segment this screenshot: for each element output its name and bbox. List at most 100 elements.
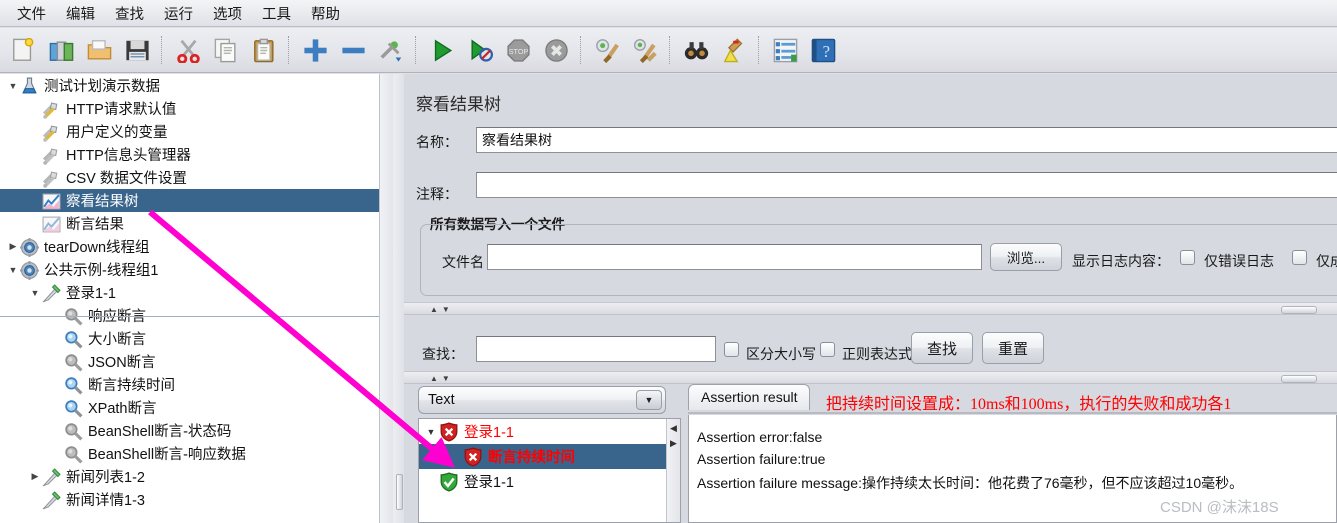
menu-tools[interactable]: 工具 xyxy=(253,1,300,26)
errors-only-checkbox[interactable] xyxy=(1180,250,1195,265)
tree-row[interactable]: 用户定义的变量 xyxy=(0,120,380,143)
divider-arrows-icon[interactable]: ▲▼ xyxy=(430,305,454,314)
new-document-icon xyxy=(11,37,36,63)
toolbar-play-no-timers[interactable] xyxy=(462,32,498,68)
result-row-selected[interactable]: 断言持续时间 xyxy=(419,444,680,469)
assertion-results-icon xyxy=(42,215,62,233)
results-tree[interactable]: ▼ 登录1-1 断言持续时间 登录1-1 ◀ ▶ xyxy=(418,418,681,523)
toolbar-open-folder[interactable] xyxy=(81,32,117,68)
tree-row[interactable]: ▼ 公共示例-线程组1 xyxy=(0,258,380,281)
name-label: 名称： xyxy=(416,134,458,150)
tree-row[interactable]: 断言结果 xyxy=(0,212,380,235)
tree-row-label: 大小断言 xyxy=(88,332,146,348)
case-sensitive-checkbox[interactable] xyxy=(724,342,739,357)
tree-row-label: 察看结果树 xyxy=(66,194,139,210)
split-divider-bottom[interactable]: ▲▼ xyxy=(404,371,1337,384)
divider-arrows-icon-2[interactable]: ▲▼ xyxy=(430,374,454,383)
menu-search[interactable]: 查找 xyxy=(106,1,153,26)
tree-row[interactable]: BeanShell断言-状态码 xyxy=(0,419,380,442)
chevron-down-icon[interactable]: ▼ xyxy=(636,390,662,410)
tree-row[interactable]: XPath断言 xyxy=(0,396,380,419)
toolbar-function-helper[interactable] xyxy=(767,32,803,68)
tree-row-label: JSON断言 xyxy=(88,355,156,371)
tab-assertion-result[interactable]: Assertion result xyxy=(688,384,811,410)
browse-button[interactable]: 浏览... xyxy=(990,243,1062,271)
menu-bar: 文件 编辑 查找 运行 选项 工具 帮助 xyxy=(0,0,1337,27)
menu-file[interactable]: 文件 xyxy=(8,1,55,26)
toolbar-separator xyxy=(161,36,164,64)
toolbar-stop[interactable]: STOP xyxy=(500,32,536,68)
toolbar-paste-clipboard[interactable] xyxy=(246,32,282,68)
tree-row[interactable]: 大小断言 xyxy=(0,327,380,350)
open-folder-icon xyxy=(87,38,112,63)
regex-checkbox[interactable] xyxy=(820,342,835,357)
menu-edit[interactable]: 编辑 xyxy=(57,1,104,26)
tree-row-label: HTTP信息头管理器 xyxy=(66,148,191,164)
tree-row-selected[interactable]: 察看结果树 xyxy=(0,189,380,212)
toolbar-toggle[interactable] xyxy=(373,32,409,68)
toolbar-templates[interactable] xyxy=(43,32,79,68)
menu-options[interactable]: 选项 xyxy=(204,1,251,26)
tree-row[interactable]: 新闻详情1-3 xyxy=(0,488,380,511)
expand-collapse-icon-open[interactable]: ▼ xyxy=(423,427,439,437)
toolbar-new-document[interactable] xyxy=(5,32,41,68)
paste-clipboard-icon xyxy=(252,38,277,63)
toggle-icon xyxy=(379,38,404,63)
toolbar-binoculars-search[interactable] xyxy=(678,32,714,68)
assertion-result-line: Assertion error:false xyxy=(697,429,823,445)
tree-row[interactable]: ▶ 新闻列表1-2 xyxy=(0,465,380,488)
success-only-checkbox[interactable] xyxy=(1292,250,1307,265)
tree-row[interactable]: ▶ tearDown线程组 xyxy=(0,235,380,258)
expand-collapse-icon-open[interactable]: ▼ xyxy=(28,288,42,298)
toolbar-shutdown[interactable] xyxy=(538,32,574,68)
toolbar-save-floppy[interactable] xyxy=(119,32,155,68)
scroll-left-icon[interactable]: ◀ xyxy=(670,423,677,434)
splitter-grip[interactable] xyxy=(396,474,403,510)
tree-row[interactable]: HTTP请求默认值 xyxy=(0,97,380,120)
results-tree-scrollbar[interactable]: ◀ ▶ xyxy=(666,419,680,522)
toolbar-copy[interactable] xyxy=(208,32,244,68)
copy-icon xyxy=(214,38,239,63)
toolbar-play[interactable] xyxy=(424,32,460,68)
result-tabstrip[interactable]: Assertion result xyxy=(688,384,811,410)
toolbar-plus[interactable] xyxy=(297,32,333,68)
toolbar-clear-all[interactable] xyxy=(627,32,663,68)
toolbar-cut-scissors[interactable] xyxy=(170,32,206,68)
divider-grip-2[interactable] xyxy=(1281,375,1317,383)
result-row[interactable]: ▼ 登录1-1 xyxy=(419,419,680,444)
toolbar-broom-reset[interactable] xyxy=(716,32,752,68)
tree-row-label: BeanShell断言-状态码 xyxy=(88,424,232,440)
result-row[interactable]: 登录1-1 xyxy=(419,469,680,494)
tree-row[interactable]: 断言持续时间 xyxy=(0,373,380,396)
tree-row[interactable]: BeanShell断言-响应数据 xyxy=(0,442,380,465)
toolbar-clear[interactable] xyxy=(589,32,625,68)
filename-input[interactable] xyxy=(487,244,982,270)
toolbar-help-book[interactable]: ? xyxy=(805,32,841,68)
tree-row[interactable]: ▼ 测试计划演示数据 xyxy=(0,74,380,97)
search-button[interactable]: 查找 xyxy=(911,332,973,364)
regex-label: 正则表达式 xyxy=(842,346,912,362)
tree-row[interactable]: ▼ 登录1-1 xyxy=(0,281,380,304)
tree-row[interactable]: JSON断言 xyxy=(0,350,380,373)
search-input[interactable] xyxy=(476,336,716,362)
split-divider-top[interactable]: ▲▼ xyxy=(404,302,1337,315)
tree-row[interactable]: HTTP信息头管理器 xyxy=(0,143,380,166)
renderer-combo[interactable]: Text ▼ xyxy=(418,386,666,414)
reset-button[interactable]: 重置 xyxy=(982,332,1044,364)
expand-collapse-icon-closed[interactable]: ▶ xyxy=(28,471,42,482)
errors-only-label: 仅错误日志 xyxy=(1204,253,1274,269)
tree-vertical-scrollbar[interactable] xyxy=(379,74,393,523)
expand-collapse-icon-open[interactable]: ▼ xyxy=(6,265,20,275)
menu-run[interactable]: 运行 xyxy=(155,1,202,26)
expand-collapse-icon-closed[interactable]: ▶ xyxy=(6,241,20,252)
expand-collapse-icon-open[interactable]: ▼ xyxy=(6,81,20,91)
test-plan-tree[interactable]: ▼ 测试计划演示数据 HTTP请求默认值 用户定义的变量 HTTP信息头管理器 CSV 数… xyxy=(0,74,394,523)
comment-input[interactable] xyxy=(476,172,1337,198)
shield-fail-icon xyxy=(439,421,459,442)
name-input[interactable]: 察看结果树 xyxy=(476,127,1337,153)
toolbar-minus[interactable] xyxy=(335,32,371,68)
menu-help[interactable]: 帮助 xyxy=(302,1,349,26)
tree-row[interactable]: CSV 数据文件设置 xyxy=(0,166,380,189)
scroll-right-icon[interactable]: ▶ xyxy=(670,438,677,449)
divider-grip[interactable] xyxy=(1281,306,1317,314)
